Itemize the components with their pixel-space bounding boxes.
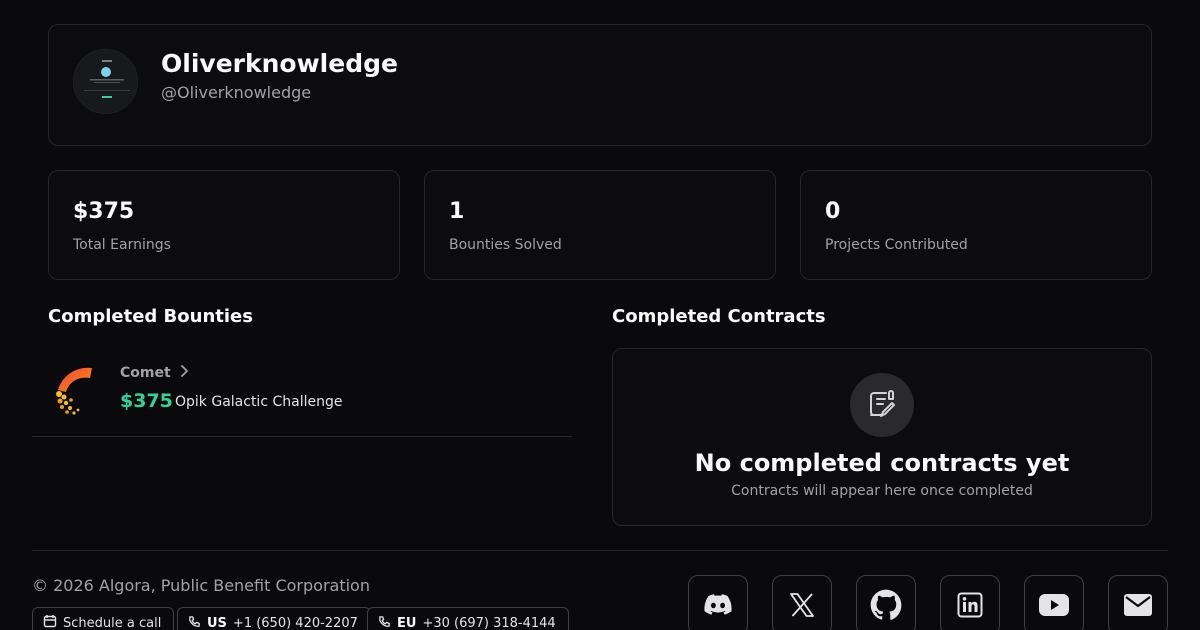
mail-icon — [1124, 594, 1152, 616]
empty-state-subtitle: Contracts will appear here once complete… — [731, 483, 1033, 499]
bounty-list-item[interactable]: Comet $375 Opik Galactic Challenge — [32, 348, 572, 437]
avatar[interactable] — [73, 49, 138, 114]
schedule-call-button[interactable]: Schedule a call — [32, 607, 175, 630]
calendar-icon — [43, 614, 57, 630]
stat-value: $375 — [73, 199, 135, 224]
phone-eu-number: +30 (697) 318-4144 — [422, 615, 556, 630]
profile-handle: @Oliverknowledge — [161, 83, 312, 102]
stat-card-projects: 0 Projects Contributed — [800, 170, 1152, 280]
linkedin-link[interactable] — [940, 575, 1000, 630]
youtube-link[interactable] — [1024, 575, 1084, 630]
discord-link[interactable] — [688, 575, 748, 630]
profile-card: Oliverknowledge @Oliverknowledge — [48, 24, 1152, 146]
github-link[interactable] — [856, 575, 916, 630]
comet-logo-icon[interactable] — [54, 364, 98, 416]
linkedin-icon — [957, 592, 983, 618]
bounty-org-link[interactable]: Comet — [120, 365, 189, 381]
stat-label: Bounties Solved — [449, 237, 562, 253]
profile-name: Oliverknowledge — [161, 49, 398, 78]
completed-contracts-heading: Completed Contracts — [612, 306, 826, 327]
phone-eu-region: EU — [397, 615, 417, 630]
phone-us-link[interactable]: US +1 (650) 420-2207 — [177, 607, 371, 630]
bounty-title: Opik Galactic Challenge — [175, 394, 343, 410]
phone-eu-link[interactable]: EU +30 (697) 318-4144 — [367, 607, 569, 630]
youtube-icon — [1039, 594, 1069, 616]
mail-link[interactable] — [1108, 575, 1168, 630]
contract-edit-icon — [850, 373, 914, 437]
completed-bounties-heading: Completed Bounties — [48, 306, 253, 327]
stat-card-bounties: 1 Bounties Solved — [424, 170, 776, 280]
stat-label: Total Earnings — [73, 237, 171, 253]
bounty-amount: $375 — [120, 390, 173, 412]
github-icon — [870, 589, 902, 621]
chevron-right-icon — [179, 365, 189, 381]
footer-divider — [32, 550, 1168, 551]
bounty-org-name: Comet — [120, 365, 171, 381]
discord-icon — [704, 594, 732, 616]
phone-icon — [378, 615, 391, 630]
phone-us-number: +1 (650) 420-2207 — [232, 615, 358, 630]
stat-label: Projects Contributed — [825, 237, 968, 253]
stat-value: 0 — [825, 199, 841, 224]
schedule-call-label: Schedule a call — [63, 615, 162, 630]
empty-state-title: No completed contracts yet — [694, 449, 1070, 477]
stat-card-earnings: $375 Total Earnings — [48, 170, 400, 280]
x-link[interactable] — [772, 575, 832, 630]
phone-icon — [188, 615, 201, 630]
contracts-empty-card: No completed contracts yet Contracts wil… — [612, 348, 1152, 526]
stat-value: 1 — [449, 199, 465, 224]
copyright-text: © 2026 Algora, Public Benefit Corporatio… — [32, 576, 370, 595]
x-icon — [789, 592, 815, 618]
phone-us-region: US — [207, 615, 227, 630]
